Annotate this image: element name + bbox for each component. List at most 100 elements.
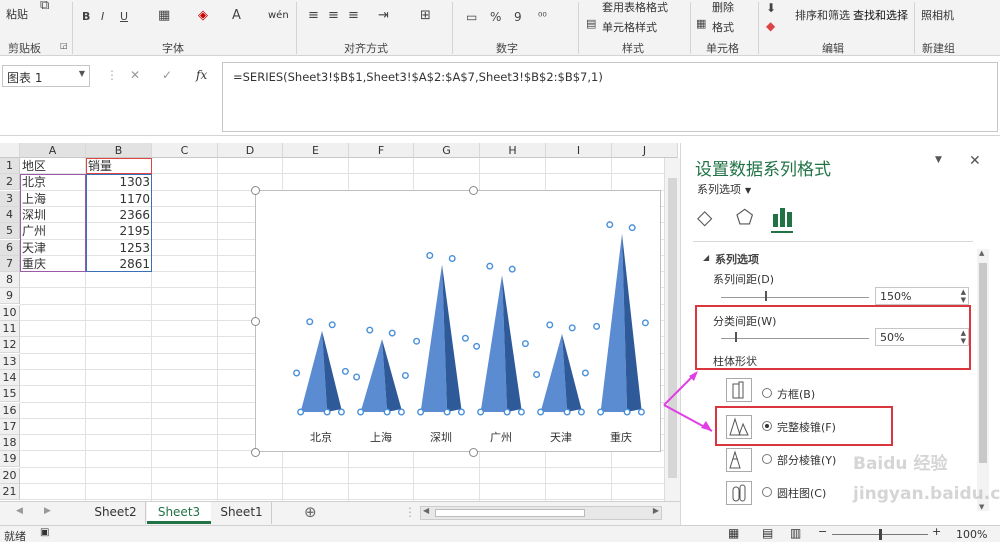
selection-handle[interactable]: [521, 340, 529, 348]
selection-handle[interactable]: [401, 372, 409, 380]
selection-handle[interactable]: [533, 371, 541, 379]
shape-radio-box[interactable]: [762, 388, 772, 398]
pyramid-chart[interactable]: 北京 上海 深圳 广州 天津 重庆: [251, 186, 661, 457]
selection-handle[interactable]: [623, 408, 631, 416]
selection-handle[interactable]: [568, 324, 576, 332]
selection-handle[interactable]: [577, 408, 585, 416]
partial-pyramid-icon[interactable]: [726, 448, 752, 472]
phonetic-button[interactable]: wén: [268, 10, 289, 21]
selection-handle[interactable]: [477, 408, 485, 416]
find-select-button[interactable]: 查找和选择: [853, 7, 908, 23]
series-options-dropdown[interactable]: 系列选项 ▼: [697, 181, 751, 197]
shape-radio-partial-pyramid[interactable]: [762, 454, 772, 464]
selection-handle[interactable]: [581, 369, 589, 377]
selection-handle[interactable]: [448, 255, 456, 263]
chevron-down-icon[interactable]: ▼: [79, 69, 85, 78]
selection-handle[interactable]: [443, 408, 451, 416]
column-header-f[interactable]: F: [349, 143, 414, 158]
category-label[interactable]: 天津: [550, 429, 572, 445]
row-header-18[interactable]: 18: [0, 435, 20, 452]
selection-handle[interactable]: [293, 369, 301, 377]
pane-menu-icon[interactable]: ▼: [935, 155, 942, 165]
row-header-5[interactable]: 5: [0, 223, 20, 240]
shape-radio-cylinder[interactable]: [762, 487, 772, 497]
row-header-17[interactable]: 17: [0, 418, 20, 435]
collapse-icon[interactable]: ◢: [703, 253, 709, 262]
selection-handle[interactable]: [508, 265, 516, 273]
gap-width-input[interactable]: 50% ▲ ▼: [875, 328, 969, 346]
comma-button[interactable]: 9: [514, 10, 522, 24]
add-sheet-icon[interactable]: ⊕: [304, 503, 317, 521]
decimal-icon[interactable]: ⁰⁰: [538, 10, 547, 23]
selection-handle[interactable]: [323, 408, 331, 416]
border-icon[interactable]: ▦: [158, 8, 170, 23]
row-header-14[interactable]: 14: [0, 369, 20, 386]
selection-handle[interactable]: [517, 408, 525, 416]
selection-handle[interactable]: [366, 326, 374, 334]
fill-color-icon[interactable]: ◈: [198, 8, 208, 23]
row-header-9[interactable]: 9: [0, 288, 20, 305]
launcher-icon[interactable]: ◲: [60, 41, 68, 50]
zoom-slider-thumb[interactable]: [879, 529, 882, 540]
gap-width-slider-thumb[interactable]: [735, 332, 737, 342]
selection-handle[interactable]: [328, 321, 336, 329]
scroll-thumb[interactable]: [979, 263, 987, 463]
column-header-g[interactable]: G: [414, 143, 480, 158]
selection-handle[interactable]: [597, 408, 605, 416]
sum-icon[interactable]: ⬇: [766, 1, 776, 15]
scroll-left-icon[interactable]: ◀: [423, 506, 429, 515]
indent-icon[interactable]: ⇥: [378, 8, 389, 23]
selection-handle[interactable]: [306, 318, 314, 326]
scroll-up-icon[interactable]: ▲: [979, 249, 984, 257]
check-icon[interactable]: ✓: [162, 68, 172, 82]
gap-depth-slider-thumb[interactable]: [765, 291, 767, 301]
sort-filter-button[interactable]: 排序和筛选: [795, 7, 850, 23]
row-header-15[interactable]: 15: [0, 386, 20, 403]
selection-handle[interactable]: [546, 321, 554, 329]
copy-icon[interactable]: ⧉: [40, 0, 49, 13]
selection-handle[interactable]: [426, 252, 434, 260]
box-shape-icon[interactable]: [726, 378, 752, 402]
row-header-7[interactable]: 7: [0, 255, 20, 272]
paste-button[interactable]: 粘贴: [6, 6, 28, 22]
row-header-8[interactable]: 8: [0, 272, 20, 289]
category-label[interactable]: 上海: [370, 429, 392, 445]
resize-handle[interactable]: [251, 448, 260, 457]
selection-handle[interactable]: [341, 367, 349, 375]
column-header-e[interactable]: E: [283, 143, 349, 158]
selection-handle[interactable]: [637, 408, 645, 416]
category-label[interactable]: 深圳: [430, 429, 452, 445]
row-header-11[interactable]: 11: [0, 321, 20, 337]
cell-style-button[interactable]: 单元格样式: [602, 19, 657, 35]
column-header-b[interactable]: B: [86, 143, 152, 158]
vertical-scrollbar[interactable]: [664, 158, 680, 501]
formula-input[interactable]: =SERIES(Sheet3!$B$1,Sheet3!$A$2:$A$7,She…: [222, 62, 998, 132]
cell-header-region[interactable]: 地区: [20, 158, 86, 174]
table-format-button[interactable]: 套用表格格式: [602, 0, 668, 15]
selection-handle[interactable]: [537, 408, 545, 416]
selection-handle[interactable]: [413, 337, 421, 345]
underline-button[interactable]: U: [120, 10, 128, 23]
gap-depth-input[interactable]: 150% ▲ ▼: [875, 287, 969, 305]
row-header-6[interactable]: 6: [0, 239, 20, 256]
selection-handle[interactable]: [457, 408, 465, 416]
selection-handle[interactable]: [503, 408, 511, 416]
name-box[interactable]: 图表 1 ▼: [2, 65, 90, 87]
selection-handle[interactable]: [388, 329, 396, 337]
row-header-2[interactable]: 2: [0, 174, 20, 191]
gap-width-slider[interactable]: [721, 338, 869, 339]
bold-button[interactable]: B: [82, 10, 90, 23]
zoom-out-icon[interactable]: −: [818, 525, 827, 538]
selection-handle[interactable]: [383, 408, 391, 416]
row-header-16[interactable]: 16: [0, 402, 20, 419]
page-break-icon[interactable]: ▥: [790, 526, 801, 540]
selection-handle[interactable]: [353, 373, 361, 381]
row-header-1[interactable]: 1: [0, 158, 20, 174]
font-color-icon[interactable]: A: [232, 8, 241, 23]
resize-handle[interactable]: [251, 317, 260, 326]
selection-handle[interactable]: [461, 334, 469, 342]
selection-handle[interactable]: [337, 408, 345, 416]
selection-handle[interactable]: [297, 408, 305, 416]
insert-function-button[interactable]: fx: [196, 68, 207, 82]
sheet-tab-sheet3[interactable]: Sheet3: [147, 502, 211, 524]
